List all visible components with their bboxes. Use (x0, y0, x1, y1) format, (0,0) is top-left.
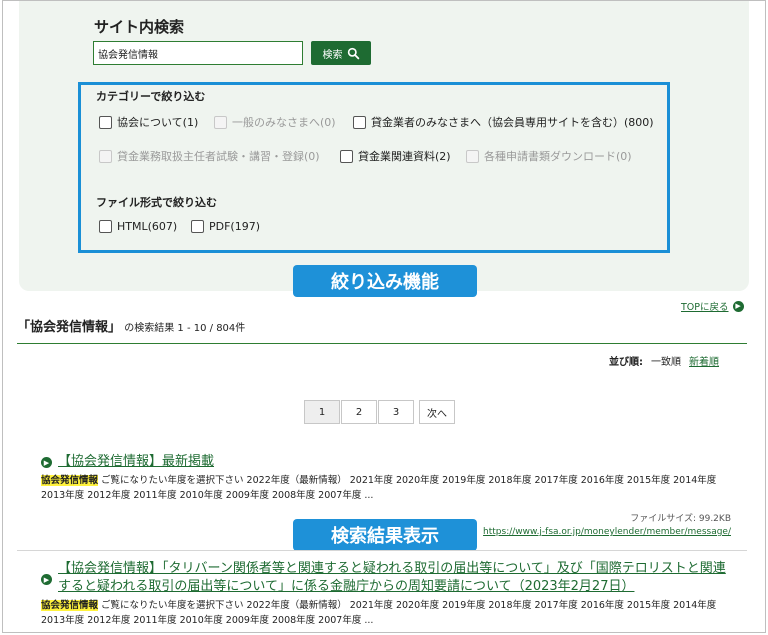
category-heading: カテゴリーで絞り込む (96, 90, 206, 103)
results-callout: 検索結果表示 (293, 519, 477, 551)
page-1-button[interactable]: 1 (304, 400, 340, 424)
checkbox[interactable] (340, 149, 353, 163)
search-icon (347, 47, 359, 59)
highlighted-keyword: 協会発信情報 (41, 475, 99, 486)
category-checkbox-downloads[interactable]: 各種申請書類ダウンロード(0) (466, 148, 632, 164)
category-checkbox-lenders[interactable]: 貸金業者のみなさまへ（協会員専用サイトを含む）(800) (353, 114, 654, 130)
checkbox[interactable] (191, 220, 204, 233)
filetype-checkbox-pdf[interactable]: PDF(197) (191, 220, 260, 233)
snippet-text: ご覧になりたい年度を選択下さい 2022年度（最新情報） 2021年度 2020… (41, 475, 717, 501)
sort-label: 並び順: (609, 357, 643, 368)
bullet-arrow-icon: ▶ (41, 457, 52, 468)
result-title-link[interactable]: 【協会発信情報】「タリバーン関係者等と関連すると疑われる取引の届出等について」及… (58, 560, 731, 596)
checkbox[interactable] (99, 220, 112, 233)
page-3-button[interactable]: 3 (378, 400, 414, 424)
filter-callout: 絞り込み機能 (293, 265, 477, 297)
category-label: 貸金業者のみなさまへ（協会員専用サイトを含む）(800) (371, 116, 654, 129)
summary-keyword: 協会発信情報 (30, 320, 109, 335)
page-2-button[interactable]: 2 (341, 400, 377, 424)
page-frame: サイト内検索 検索 カテゴリーで絞り込む 協会について(1) 一般のみなさまへ(… (2, 0, 766, 633)
result-snippet: 協会発信情報 ご覧になりたい年度を選択下さい 2022年度（最新情報） 2021… (41, 473, 731, 503)
category-label: 協会について(1) (117, 116, 199, 129)
summary-open-quote: 「 (17, 320, 31, 335)
summary-text: の検索結果 1 - 10 / 804件 (124, 323, 246, 334)
checkbox[interactable] (99, 149, 112, 163)
search-panel: サイト内検索 検索 カテゴリーで絞り込む 協会について(1) 一般のみなさまへ(… (19, 1, 749, 291)
result-title-link[interactable]: 【協会発信情報】最新掲載 (58, 453, 214, 471)
filetype-checkbox-html[interactable]: HTML(607) (99, 220, 177, 233)
category-label: 貸金業務取扱主任者試験・講習・登録(0) (117, 150, 320, 163)
category-checkbox-exam[interactable]: 貸金業務取扱主任者試験・講習・登録(0) (99, 148, 320, 164)
pagination: 1 2 3 次へ (304, 400, 456, 424)
sort-newest[interactable]: 新着順 (689, 353, 719, 368)
highlighted-keyword: 協会発信情報 (41, 600, 99, 611)
checkbox[interactable] (214, 115, 227, 129)
category-label: 一般のみなさまへ(0) (232, 116, 336, 129)
search-result: ▶ 【協会発信情報】「タリバーン関係者等と関連すると疑われる取引の届出等について… (41, 560, 731, 628)
search-button[interactable]: 検索 (311, 41, 371, 65)
filter-box: カテゴリーで絞り込む 協会について(1) 一般のみなさまへ(0) 貸金業者のみな… (78, 82, 670, 253)
back-to-top-label: TOPに戻る (681, 302, 729, 313)
chevron-right-icon: ▶ (732, 300, 744, 312)
filetype-label: PDF(197) (209, 220, 261, 233)
bullet-arrow-icon: ▶ (41, 574, 52, 585)
result-summary: 「協会発信情報」 の検索結果 1 - 10 / 804件 (17, 316, 245, 335)
snippet-text: ご覧になりたい年度を選択下さい 2022年度（最新情報） 2021年度 2020… (41, 600, 717, 626)
sort-options: 並び順: 一致順 新着順 (609, 353, 719, 368)
sort-relevance[interactable]: 一致順 (651, 353, 681, 368)
search-input[interactable] (93, 41, 303, 65)
result-snippet: 協会発信情報 ご覧になりたい年度を選択下さい 2022年度（最新情報） 2021… (41, 598, 731, 628)
checkbox[interactable] (466, 149, 479, 163)
filetype-label: HTML(607) (117, 220, 178, 233)
category-label: 貸金業関連資料(2) (358, 150, 451, 163)
divider (17, 550, 747, 551)
search-title: サイト内検索 (94, 18, 185, 36)
checkbox[interactable] (99, 115, 112, 129)
next-page-button[interactable]: 次へ (419, 400, 455, 424)
summary-close-quote: 」 (108, 320, 122, 335)
category-label: 各種申請書類ダウンロード(0) (484, 150, 632, 163)
back-to-top-link[interactable]: TOPに戻る ▶ (681, 299, 744, 313)
category-checkbox-materials[interactable]: 貸金業関連資料(2) (340, 148, 451, 164)
search-button-label: 検索 (322, 49, 343, 61)
filetype-heading: ファイル形式で絞り込む (96, 196, 217, 209)
checkbox[interactable] (353, 115, 366, 129)
category-checkbox-about[interactable]: 協会について(1) (99, 114, 198, 130)
divider (17, 343, 747, 344)
category-checkbox-general-public[interactable]: 一般のみなさまへ(0) (214, 114, 336, 130)
